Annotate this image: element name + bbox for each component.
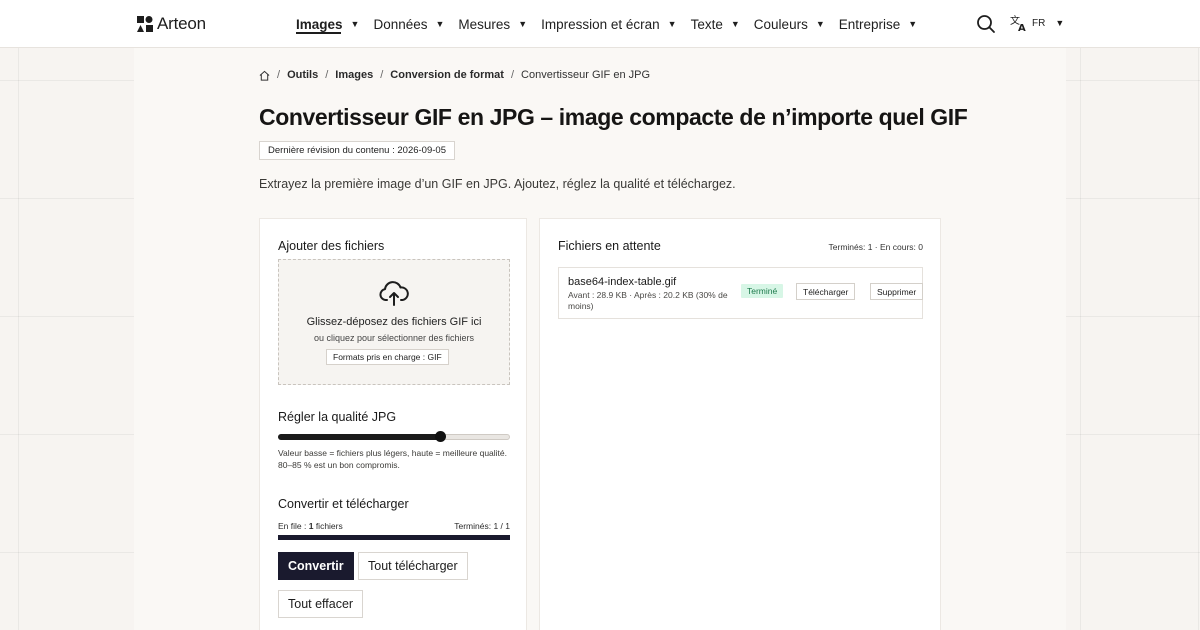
- nav-label: Couleurs: [753, 16, 808, 32]
- conversion-progress-bar: [278, 535, 510, 540]
- slider-fill: [278, 434, 441, 440]
- file-name: base64-index-table.gif: [568, 276, 677, 288]
- breadcrumb-current: Convertisseur GIF en JPG: [521, 69, 651, 81]
- nav-item-entreprise[interactable]: Entreprise ▼: [839, 0, 917, 48]
- pending-counts: Terminés: 1 · En cours: 0: [828, 242, 923, 252]
- caret-down-icon: ▼: [908, 19, 918, 29]
- caret-down-icon: ▼: [667, 19, 677, 29]
- nav-label: Données: [373, 16, 428, 32]
- dropzone-sub-text: ou cliquez pour sélectionner des fichier…: [313, 333, 475, 343]
- status-badge: Terminé: [741, 284, 784, 298]
- done-count-label: Terminés: 1 / 1: [454, 521, 510, 531]
- dropzone-main-text: Glissez-déposez des fichiers GIF ici: [306, 316, 482, 328]
- queue-count-label: En file : 1 fichiers: [278, 521, 343, 531]
- breadcrumb-separator: /: [325, 69, 329, 81]
- converter-card: Ajouter des fichiers Glissez-déposez des…: [259, 218, 527, 630]
- slider-thumb[interactable]: [435, 431, 447, 442]
- file-dropzone[interactable]: Glissez-déposez des fichiers GIF ici ou …: [278, 259, 510, 385]
- caret-down-icon: ▼: [350, 19, 360, 29]
- nav-item-texte[interactable]: Texte ▼: [691, 0, 740, 48]
- download-all-button[interactable]: Tout télécharger: [358, 552, 468, 580]
- pending-files-card: Fichiers en attente Terminés: 1 · En cou…: [539, 218, 941, 630]
- breadcrumb-separator: /: [277, 69, 281, 81]
- supported-formats-badge: Formats pris en charge : GIF: [326, 349, 449, 365]
- upload-title: Ajouter des fichiers: [278, 239, 385, 253]
- nav-label: Entreprise: [838, 16, 901, 32]
- caret-down-icon: ▼: [815, 19, 825, 29]
- main-nav: Images ▼ Données ▼ Mesures ▼ Impression …: [296, 0, 931, 48]
- revision-badge: Dernière révision du contenu : 2026-09-0…: [259, 141, 455, 160]
- search-icon: [977, 15, 995, 33]
- queue-status-row: En file : 1 fichiers Terminés: 1 / 1: [278, 521, 510, 531]
- home-icon[interactable]: [259, 70, 270, 81]
- nav-label: Images: [296, 16, 343, 32]
- nav-item-donnees[interactable]: Données ▼: [373, 0, 444, 48]
- caret-down-icon: ▼: [1055, 18, 1065, 28]
- breadcrumb-outils[interactable]: Outils: [287, 69, 318, 81]
- file-list-item: base64-index-table.gif Avant : 28.9 KB ·…: [558, 267, 924, 319]
- svg-text:A: A: [1018, 23, 1026, 32]
- nav-item-mesures[interactable]: Mesures ▼: [458, 0, 527, 48]
- cloud-upload-icon: [379, 281, 409, 306]
- caret-down-icon: ▼: [518, 19, 528, 29]
- nav-item-images[interactable]: Images ▼: [296, 0, 359, 48]
- nav-label: Impression et écran: [541, 16, 660, 32]
- language-selector[interactable]: 文 A FR ▼: [1010, 14, 1064, 32]
- nav-item-impression-ecran[interactable]: Impression et écran ▼: [541, 0, 676, 48]
- progress-fill: [278, 535, 510, 540]
- page-title: Convertisseur GIF en JPG – image compact…: [259, 104, 968, 130]
- clear-all-button[interactable]: Tout effacer: [278, 590, 364, 618]
- breadcrumb-conversion[interactable]: Conversion de format: [390, 69, 504, 81]
- pending-title: Fichiers en attente: [558, 239, 661, 253]
- queue-suffix: fichiers: [313, 521, 343, 531]
- caret-down-icon: ▼: [435, 19, 445, 29]
- quality-hint: Valeur basse = fichiers plus légers, hau…: [278, 448, 507, 470]
- convert-button[interactable]: Convertir: [278, 552, 354, 580]
- translate-icon: 文 A: [1010, 14, 1026, 32]
- arteon-logo-icon: [137, 16, 153, 32]
- download-file-button[interactable]: Télécharger: [796, 283, 856, 300]
- top-navigation-bar: Arteon Images ▼ Données ▼ Mesures ▼ Impr…: [0, 0, 1200, 48]
- file-size-info: Avant : 28.9 KB · Après : 20.2 KB (30% d…: [568, 290, 728, 311]
- quality-title: Régler la qualité JPG: [278, 410, 397, 424]
- breadcrumb-separator: /: [510, 69, 515, 81]
- brand-logo[interactable]: Arteon: [137, 14, 206, 34]
- breadcrumb: / Outils / Images / Conversion de format…: [259, 69, 650, 81]
- delete-file-button[interactable]: Supprimer: [870, 283, 924, 300]
- queue-prefix: En file :: [278, 521, 309, 531]
- quality-slider[interactable]: [278, 431, 510, 442]
- nav-label: Texte: [690, 16, 723, 32]
- nav-item-couleurs[interactable]: Couleurs ▼: [754, 0, 825, 48]
- language-code: FR: [1032, 17, 1046, 29]
- caret-down-icon: ▼: [730, 19, 740, 29]
- brand-name: Arteon: [157, 14, 206, 33]
- breadcrumb-images[interactable]: Images: [335, 69, 373, 81]
- convert-title: Convertir et télécharger: [278, 497, 409, 511]
- nav-label: Mesures: [458, 16, 511, 32]
- page-subtitle: Extrayez la première image d’un GIF en J…: [259, 177, 736, 191]
- search-button[interactable]: [976, 14, 996, 34]
- breadcrumb-separator: /: [380, 69, 384, 81]
